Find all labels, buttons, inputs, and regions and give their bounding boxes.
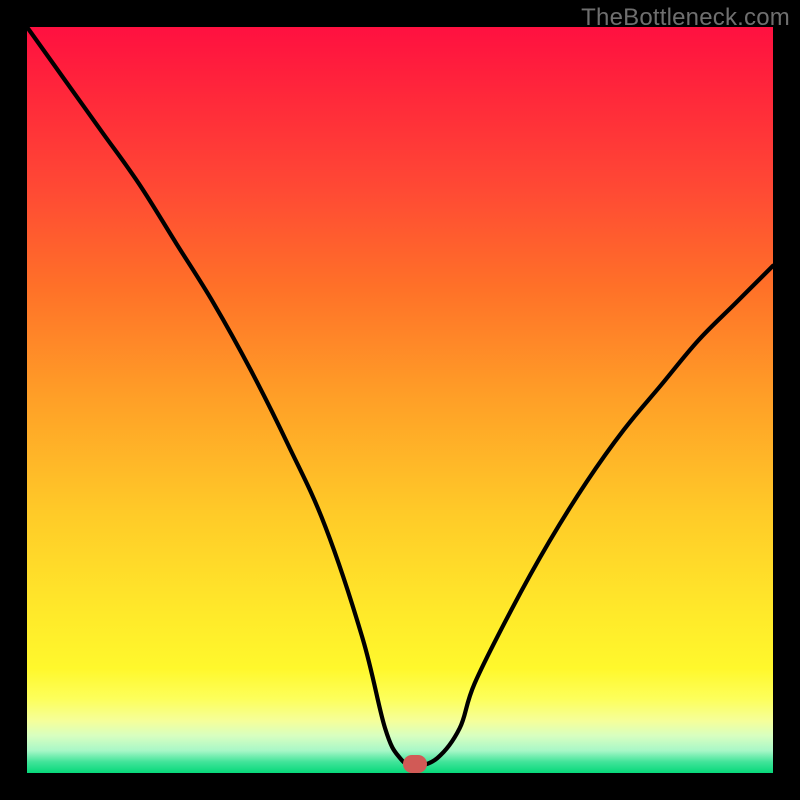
plot-area xyxy=(27,27,773,773)
optimal-point-marker xyxy=(403,755,427,773)
bottleneck-curve xyxy=(27,27,773,773)
chart-frame: TheBottleneck.com xyxy=(0,0,800,800)
